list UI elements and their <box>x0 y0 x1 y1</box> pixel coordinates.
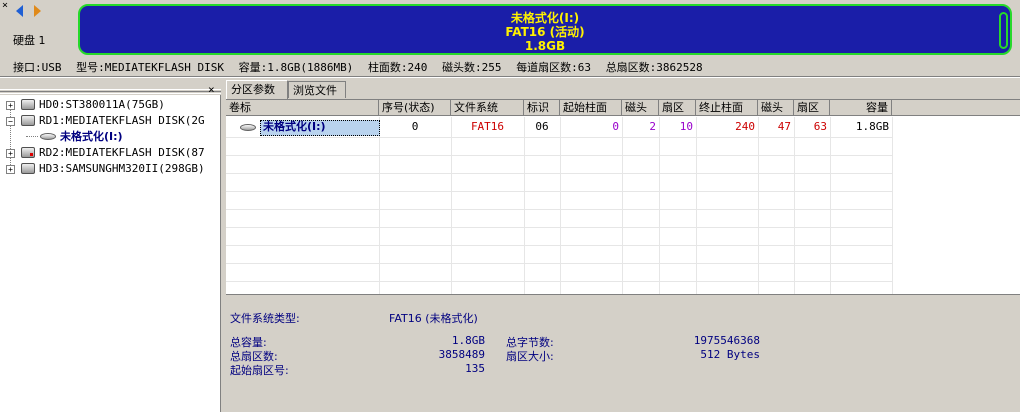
previous-disk-icon[interactable] <box>16 5 23 17</box>
grid-line <box>226 155 892 156</box>
grid-line <box>379 117 380 295</box>
cell-index: 0 <box>411 120 419 133</box>
cell-fs: FAT16 <box>470 120 505 133</box>
cell-start-cyl: 0 <box>612 120 619 133</box>
sector-size-value: 512 Bytes <box>700 348 760 361</box>
column-header-end-head[interactable]: 磁头 <box>758 100 794 116</box>
partition-details: 文件系统类型: FAT16 (未格式化) 总容量: 1.8GB 总字节数: 19… <box>226 294 1020 412</box>
disk-tree: + HD0:ST380011A(75GB) − RD1:MEDIATEKFLAS… <box>0 95 221 412</box>
volume-icon <box>240 124 256 131</box>
model-info: 型号:MEDIATEKFLASH DISK <box>76 61 224 74</box>
grid-line <box>226 137 892 138</box>
fs-type-value: FAT16 (未格式化) <box>389 312 478 325</box>
expand-icon[interactable]: + <box>6 101 15 110</box>
total-capacity-value: 1.8GB <box>451 334 485 347</box>
column-header-end-sector[interactable]: 扇区 <box>794 100 830 116</box>
cell-end-head: 47 <box>777 120 791 133</box>
sectors-per-track-info: 每道扇区数:63 <box>516 61 592 74</box>
total-sectors-info: 总扇区数:3862528 <box>605 61 703 74</box>
total-sectors-value: 3858489 <box>438 348 485 361</box>
cell-id: 06 <box>535 120 549 133</box>
start-sector-label: 起始扇区号: <box>230 364 289 377</box>
grid-line <box>659 117 660 295</box>
tree-item-label: HD3:SAMSUNGHM320II(298GB) <box>39 162 205 175</box>
column-header-filler <box>892 100 1020 116</box>
cell-end-cyl: 240 <box>735 120 755 133</box>
disk-info-line: 接口:USB 型号:MEDIATEKFLASH DISK 容量:1.8GB(18… <box>13 61 1013 75</box>
expand-icon[interactable]: + <box>6 165 15 174</box>
fs-type-label: 文件系统类型: <box>230 312 300 325</box>
column-header-start-sector[interactable]: 扇区 <box>659 100 696 116</box>
collapse-icon[interactable]: − <box>6 117 15 126</box>
column-header-fs[interactable]: 文件系统 <box>451 100 524 116</box>
disk-label: 硬盘 1 <box>13 34 46 47</box>
partition-end-cap <box>999 12 1008 49</box>
grid-line <box>560 117 561 295</box>
volume-icon <box>40 133 56 140</box>
grid-line <box>830 117 831 295</box>
tree-item-label: RD2:MEDIATEKFLASH DISK(87 <box>39 146 205 159</box>
column-header-id[interactable]: 标识 <box>524 100 560 116</box>
hard-disk-icon <box>21 163 35 174</box>
expand-icon[interactable]: + <box>6 149 15 158</box>
grid-line <box>622 117 623 295</box>
grid-line <box>226 281 892 282</box>
partition-fs: FAT16 (活动) <box>505 25 585 39</box>
grid-line <box>696 117 697 295</box>
sector-size-label: 扇区大小: <box>506 350 554 363</box>
grid-line <box>451 117 452 295</box>
column-header-start-cyl[interactable]: 起始柱面 <box>560 100 622 116</box>
divider <box>0 76 1020 78</box>
removable-disk-icon <box>21 115 35 126</box>
tree-item-rd1[interactable]: − RD1:MEDIATEKFLASH DISK(2G <box>0 113 221 128</box>
tab-browse-files[interactable]: 浏览文件 <box>288 81 346 98</box>
column-header-volume[interactable]: 卷标 <box>226 100 379 116</box>
grid-line <box>226 173 892 174</box>
cell-end-sector: 63 <box>813 120 827 133</box>
hard-disk-icon <box>21 99 35 110</box>
partition-size: 1.8GB <box>524 39 566 53</box>
grid-line <box>892 117 893 295</box>
tab-partition-params[interactable]: 分区参数 <box>226 80 288 99</box>
capacity-info: 容量:1.8GB(1886MB) <box>238 61 354 74</box>
tree-item-label: HD0:ST380011A(75GB) <box>39 98 165 111</box>
cell-capacity: 1.8GB <box>855 120 889 133</box>
grid-line <box>226 245 892 246</box>
tree-item-volume-i[interactable]: 未格式化(I:) <box>0 129 221 144</box>
tree-item-rd2[interactable]: + RD2:MEDIATEKFLASH DISK(87 <box>0 145 221 160</box>
grid-line <box>758 117 759 295</box>
column-header-index[interactable]: 序号(状态) <box>379 100 451 116</box>
cylinders-info: 柱面数:240 <box>367 61 428 74</box>
column-header-end-cyl[interactable]: 终止柱面 <box>696 100 758 116</box>
close-icon[interactable]: × <box>2 1 8 11</box>
column-header-capacity[interactable]: 容量 <box>830 100 892 116</box>
grid-line <box>226 191 892 192</box>
grid-line <box>524 117 525 295</box>
start-sector-value: 135 <box>465 362 485 375</box>
total-bytes-value: 1975546368 <box>693 334 760 347</box>
grid-line <box>226 209 892 210</box>
next-disk-icon[interactable] <box>34 5 41 17</box>
cell-start-sector: 10 <box>679 120 693 133</box>
tree-item-label: 未格式化(I:) <box>60 130 123 143</box>
partition-name: 未格式化(I:) <box>510 11 580 25</box>
tree-item-hd3[interactable]: + HD3:SAMSUNGHM320II(298GB) <box>0 161 221 176</box>
tree-item-hd0[interactable]: + HD0:ST380011A(75GB) <box>0 97 221 112</box>
partition-table: 卷标 序号(状态) 文件系统 标识 起始柱面 磁头 扇区 终止柱面 磁头 扇区 … <box>226 99 1020 295</box>
cell-volume: 未格式化(I:) <box>263 120 326 133</box>
removable-disk-icon <box>21 147 35 158</box>
partition-block[interactable]: 未格式化(I:) FAT16 (活动) 1.8GB <box>78 4 1012 55</box>
heads-info: 磁头数:255 <box>442 61 502 74</box>
grid-line <box>794 117 795 295</box>
grid-line <box>226 263 892 264</box>
grid-line <box>226 227 892 228</box>
column-header-start-head[interactable]: 磁头 <box>622 100 659 116</box>
tree-splitter[interactable] <box>0 89 221 94</box>
interface-info: 接口:USB <box>13 61 62 74</box>
cell-start-head: 2 <box>649 120 656 133</box>
tree-item-label: RD1:MEDIATEKFLASH DISK(2G <box>39 114 205 127</box>
